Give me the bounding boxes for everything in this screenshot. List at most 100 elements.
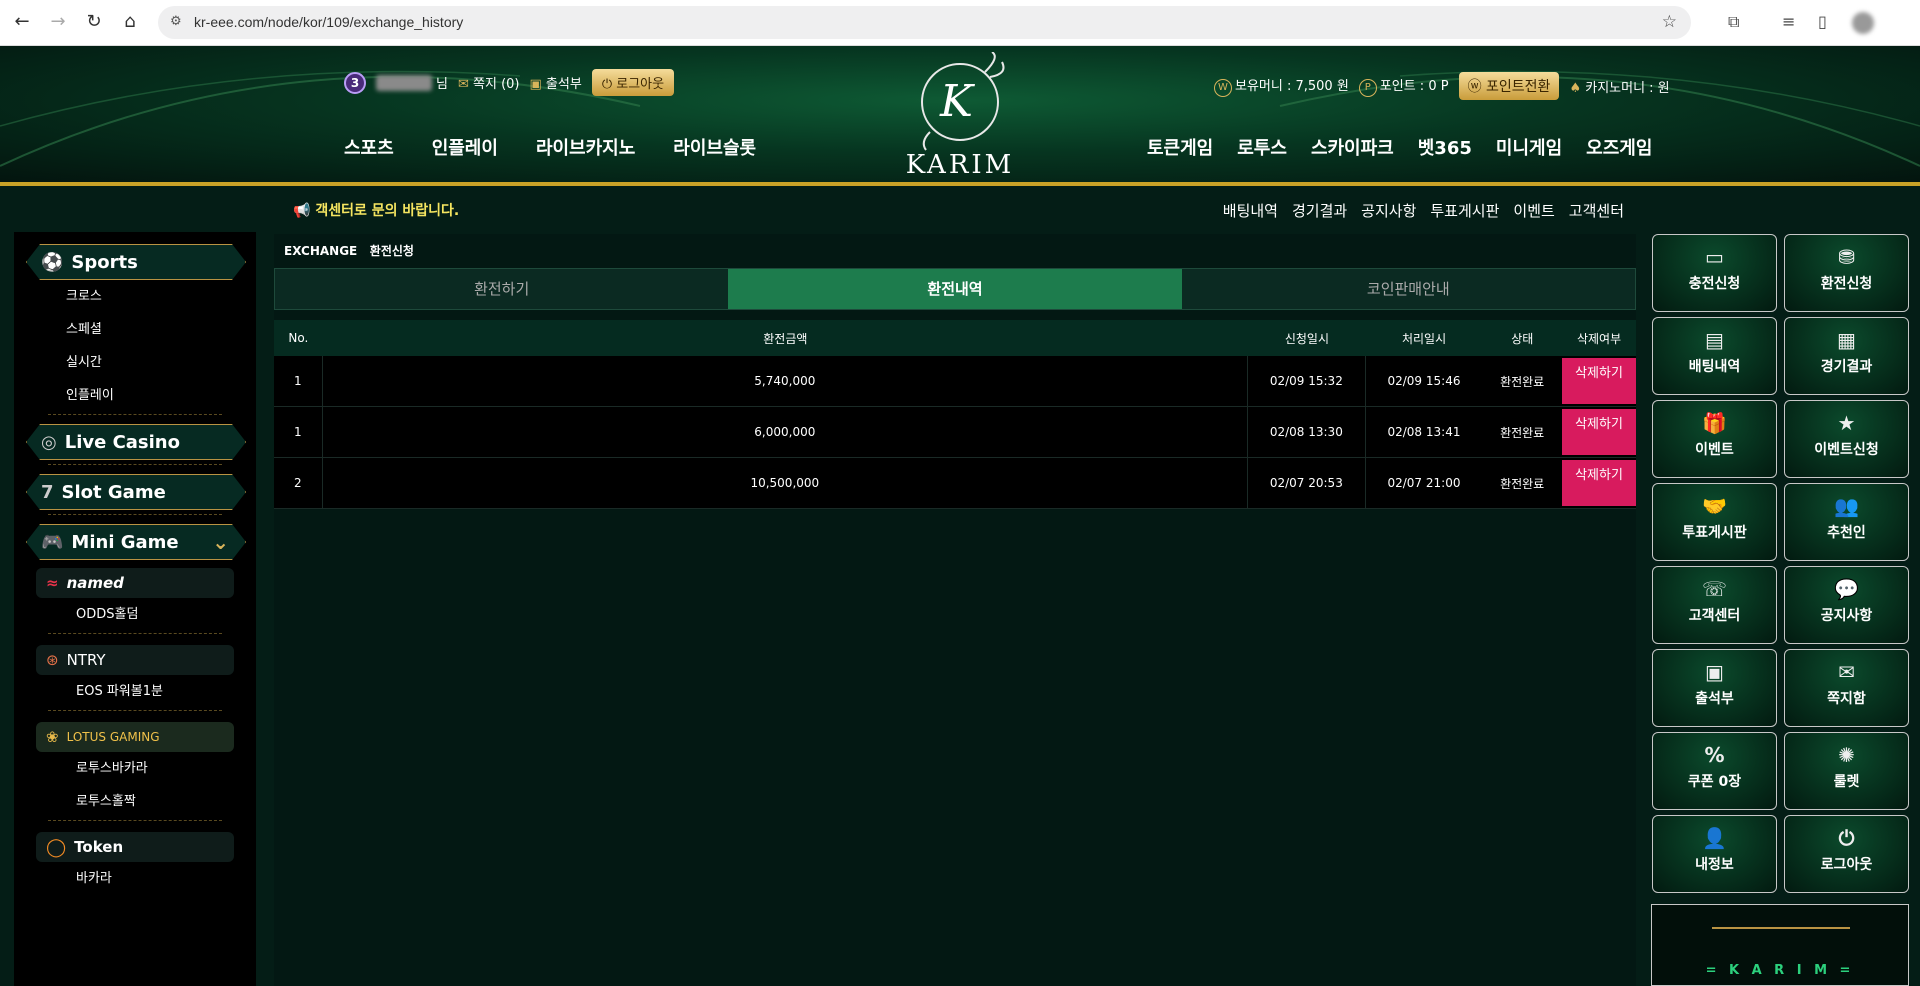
forward-icon[interactable]: → [46,10,70,34]
star-icon: ★ [1837,411,1856,435]
named-logo-icon: ≈ [46,574,59,592]
logout-button[interactable]: ⏻ 로그아웃 [591,69,675,96]
link-vote-board[interactable]: 투표게시판 [1430,200,1499,221]
nav-token-game[interactable]: 토큰게임 [1147,134,1213,160]
category-slot-game[interactable]: 7 Slot Game [26,474,246,510]
sidepanel-icon[interactable]: ▯ [1818,12,1827,31]
quick-logout[interactable]: ⏻ 로그아웃 [1784,815,1909,893]
quick-coupon[interactable]: % 쿠폰 0장 [1652,732,1777,810]
memo-link[interactable]: ✉ 쪽지 (0) [458,73,520,92]
quick-event[interactable]: 🎁 이벤트 [1652,400,1777,478]
back-icon[interactable]: ← [10,10,34,34]
link-results[interactable]: 경기결과 [1292,200,1347,221]
power-icon: ⏻ [1838,826,1855,850]
category-live-casino[interactable]: ◎ Live Casino [26,424,246,460]
breadcrumb-page: 환전신청 [369,244,414,258]
quick-withdraw[interactable]: ⛃ 환전신청 [1784,234,1909,312]
col-status: 상태 [1511,331,1534,346]
nav-live-casino[interactable]: 라이브카지노 [536,134,635,160]
extensions-icon[interactable]: ⧉ [1728,12,1739,32]
point-convert-button[interactable]: ⓦ 포인트전환 [1458,72,1560,100]
logo-text: KARIM [905,150,1015,180]
provider-named[interactable]: ≈ named [36,568,234,598]
nav-mini-game[interactable]: 미니게임 [1496,134,1562,160]
link-support[interactable]: 고객센터 [1569,200,1624,221]
divider [48,633,222,639]
nav-bet365[interactable]: 벳365 [1418,134,1472,160]
cell-no: 1 [274,356,323,406]
breadcrumb: EXCHANGE 환전신청 [284,242,414,259]
reload-icon[interactable]: ↻ [82,10,106,34]
quick-mailbox[interactable]: ✉ 쪽지함 [1784,649,1909,727]
sidebar-item-baccarat[interactable]: 바카라 [14,862,256,895]
quick-event-apply[interactable]: ★ 이벤트신청 [1784,400,1909,478]
quick-referral[interactable]: 👥 추천인 [1784,483,1909,561]
category-label: Mini Game [71,531,179,553]
address-bar[interactable]: ⚙ kr-eee.com/node/kor/109/exchange_histo… [158,6,1691,39]
promo-banner[interactable]: = K A R I M = [1651,904,1909,986]
sidebar-item-special[interactable]: 스페셜 [14,313,256,346]
attendance-link[interactable]: ▣ 출석부 [529,73,581,92]
quick-my-info[interactable]: 👤 내정보 [1652,815,1777,893]
nav-skypark[interactable]: 스카이파크 [1311,134,1394,160]
site-logo[interactable]: K KARIM [890,51,1030,180]
coins-icon: ⛃ [1838,245,1855,269]
quick-results[interactable]: ▦ 경기결과 [1784,317,1909,395]
provider-lotus[interactable]: ❀ LOTUS GAMING [36,722,234,752]
quick-deposit[interactable]: ▭ 충전신청 [1652,234,1777,312]
nav-live-slot[interactable]: 라이브슬롯 [673,134,756,160]
site-info-icon[interactable]: ⚙ [170,14,182,29]
media-icon[interactable]: ≡ [1782,12,1795,31]
delete-button[interactable]: 삭제하기 [1562,409,1636,455]
home-icon[interactable]: ⌂ [118,10,142,34]
sidebar-item-cross[interactable]: 크로스 [14,280,256,313]
delete-button[interactable]: 삭제하기 [1562,460,1636,506]
provider-label: Token [74,838,124,856]
nav-oz-game[interactable]: 오즈게임 [1586,134,1652,160]
gift-icon: 🎁 [1702,411,1727,435]
profile-avatar[interactable] [1852,12,1874,34]
tab-exchange[interactable]: 환전하기 [275,269,729,309]
nav-sports[interactable]: 스포츠 [344,134,394,160]
provider-token[interactable]: ◯ Token [36,832,234,862]
tab-exchange-history[interactable]: 환전내역 [728,269,1182,309]
col-processed: 처리일시 [1401,331,1447,346]
chip-icon: ◎ [41,431,57,453]
coin-icon: ⓦ [1467,79,1482,95]
sidebar-item-lotus-baccarat[interactable]: 로투스바카라 [14,752,256,785]
quick-vote-board[interactable]: 🤝 투표게시판 [1652,483,1777,561]
coupon-icon: % [1704,743,1725,767]
link-event[interactable]: 이벤트 [1513,200,1554,221]
sidebar-item-eos-powerball[interactable]: EOS 파워볼1분 [14,675,256,708]
quick-notice[interactable]: 💬 공지사항 [1784,566,1909,644]
browser-toolbar: ← → ↻ ⌂ ⚙ kr-eee.com/node/kor/109/exchan… [0,0,1920,46]
user-suffix: 님 [436,77,448,92]
divider [48,464,222,470]
provider-ntry[interactable]: ⊛ NTRY [36,645,234,675]
logo-letter: K [940,76,973,127]
quick-bet-history[interactable]: ▤ 배팅내역 [1652,317,1777,395]
quick-attendance[interactable]: ▣ 출석부 [1652,649,1777,727]
bookmark-star-icon[interactable]: ☆ [1662,12,1677,32]
sidebar-item-inplay[interactable]: 인플레이 [14,379,256,412]
cell-requested: 02/08 13:30 [1248,407,1366,457]
user-area: 3 님 ✉ 쪽지 (0) ▣ 출석부 ⏻ 로그아웃 [344,69,675,96]
link-notice[interactable]: 공지사항 [1361,200,1416,221]
divider [48,820,222,826]
sidebar-item-lotus-oddeven[interactable]: 로투스홀짝 [14,785,256,818]
category-mini-game[interactable]: 🎮 Mini Game ⌄ [26,524,246,560]
sidebar-item-live[interactable]: 실시간 [14,346,256,379]
nav-lotus[interactable]: 로투스 [1237,134,1287,160]
breadcrumb-section: EXCHANGE [284,244,358,258]
tab-coin-sale-guide[interactable]: 코인판매안내 [1181,269,1635,309]
cell-delete: 삭제하기 [1562,407,1636,457]
quick-roulette[interactable]: ✺ 룰렛 [1784,732,1909,810]
nav-inplay[interactable]: 인플레이 [432,134,498,160]
quick-support[interactable]: ☏ 고객센터 [1652,566,1777,644]
category-sports[interactable]: ⚽ Sports [26,244,246,280]
link-bet-history[interactable]: 배팅내역 [1223,200,1278,221]
sidebar-item-odds-holdem[interactable]: ODDS홀덤 [14,598,256,631]
casino-money: ♠ 카지노머니 : 원 [1569,80,1670,96]
cell-no: 2 [274,458,323,508]
delete-button[interactable]: 삭제하기 [1562,358,1636,404]
